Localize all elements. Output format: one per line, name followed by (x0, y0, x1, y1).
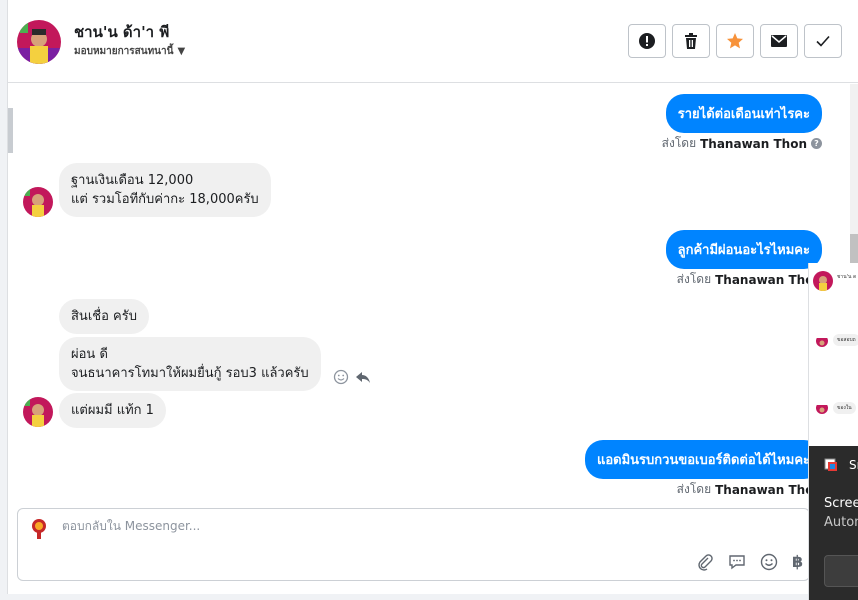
notification-button[interactable] (824, 555, 858, 587)
outgoing-message[interactable]: แอดมินรบกวนขอเบอร์ติดต่อได้ไหมคะ (584, 440, 822, 479)
overlay-popup: ชาน'น ด ขอสอบถ ของใน Sn Scree Autom (808, 263, 858, 600)
help-icon[interactable]: ? (811, 138, 822, 149)
react-smiley-icon[interactable] (333, 369, 349, 385)
sent-by-line: ส่งโดย Thanawan Thon (677, 270, 822, 289)
mini-avatar (816, 402, 828, 414)
contact-avatar-small (23, 187, 53, 217)
message-list[interactable]: รายได้ต่อเดือนเท่าไรคะ ส่งโดย Thanawan T… (8, 84, 858, 504)
notification-title: Sn (849, 458, 858, 472)
reply-input[interactable] (62, 519, 662, 533)
message-line: จนธนาคารโทมาให้ผมยื่นกู้ รอบ3 แล้วครับ (71, 366, 309, 381)
assign-label: มอบหมายการสนทนานี้ (74, 46, 174, 57)
incoming-message[interactable]: ฐานเงินเดือน 12,000 แต่ รวมโอทีกับค่ากะ … (59, 163, 271, 217)
star-button[interactable] (716, 24, 754, 58)
mini-message: ขอสอบถ (833, 334, 858, 346)
sent-by-name: Thanawan Thon (715, 482, 822, 497)
outgoing-message[interactable]: รายได้ต่อเดือนเท่าไรคะ (665, 94, 822, 133)
trash-icon (685, 33, 697, 49)
mini-contact-name: ชาน'น ด (837, 274, 857, 280)
mini-avatar (813, 271, 833, 291)
contact-avatar[interactable] (17, 20, 61, 64)
smiley-icon[interactable] (760, 553, 778, 571)
sent-by-prefix: ส่งโดย (676, 482, 712, 496)
mark-spam-button[interactable] (628, 24, 666, 58)
page-avatar (27, 516, 51, 540)
incoming-message[interactable]: ผ่อน ดี จนธนาคารโทมาให้ผมยื่นกู้ รอบ3 แล… (59, 337, 321, 391)
mark-unread-button[interactable] (760, 24, 798, 58)
notification-line: Autom (824, 515, 858, 530)
sent-by-name: Thanawan Thon (715, 272, 822, 287)
check-icon (816, 35, 830, 47)
mini-message: ของใน (833, 402, 856, 414)
sent-by-name: Thanawan Thon (700, 136, 807, 151)
mark-done-button[interactable] (804, 24, 842, 58)
message-line: แต่ รวมโอทีกับค่ากะ 18,000ครับ (71, 192, 259, 207)
snipping-tool-icon (824, 458, 837, 471)
mini-avatar (816, 335, 828, 347)
incoming-message[interactable]: สินเชื่อ ครับ (59, 299, 149, 334)
message-actions (333, 369, 371, 385)
contact-name[interactable]: ชาน'น ด้า'า พี (74, 20, 169, 44)
sent-by-prefix: ส่งโดย (676, 272, 712, 286)
sent-by-prefix: ส่งโดย (661, 136, 697, 150)
delete-button[interactable] (672, 24, 710, 58)
reply-composer: ฿ (17, 508, 810, 581)
speech-bubble-icon[interactable] (728, 553, 746, 571)
assign-conversation-dropdown[interactable]: มอบหมายการสนทนานี้ ▼ (74, 44, 185, 59)
sent-by-line: ส่งโดย Thanawan Thon (677, 480, 822, 499)
conversation-toolbar (628, 24, 842, 58)
star-icon (727, 33, 743, 49)
sent-by-line: ส่งโดย Thanawan Thon ? (662, 134, 822, 153)
incoming-message[interactable]: แต่ผมมี แท้ก 1 (59, 393, 166, 428)
reply-arrow-icon[interactable] (355, 369, 371, 385)
snip-notification[interactable]: Sn Scree Autom (809, 446, 858, 600)
caret-down-icon: ▼ (177, 46, 186, 57)
messenger-window: ชาน'น ด้า'า พี มอบหมายการสนทนานี้ ▼ รายไ… (7, 0, 858, 594)
baht-icon[interactable]: ฿ (792, 552, 803, 571)
envelope-icon (771, 35, 787, 47)
conversation-header: ชาน'น ด้า'า พี มอบหมายการสนทนานี้ ▼ (8, 0, 858, 83)
composer-tools: ฿ (696, 552, 803, 571)
message-line: ฐานเงินเดือน 12,000 (71, 173, 194, 188)
paperclip-icon[interactable] (696, 553, 714, 571)
outgoing-message[interactable]: ลูกค้ามีผ่อนอะไรไหมคะ (665, 230, 822, 269)
message-line: ผ่อน ดี (71, 347, 108, 362)
exclamation-circle-icon (639, 33, 655, 49)
notification-line: Scree (824, 496, 858, 511)
contact-avatar-small (23, 397, 53, 427)
